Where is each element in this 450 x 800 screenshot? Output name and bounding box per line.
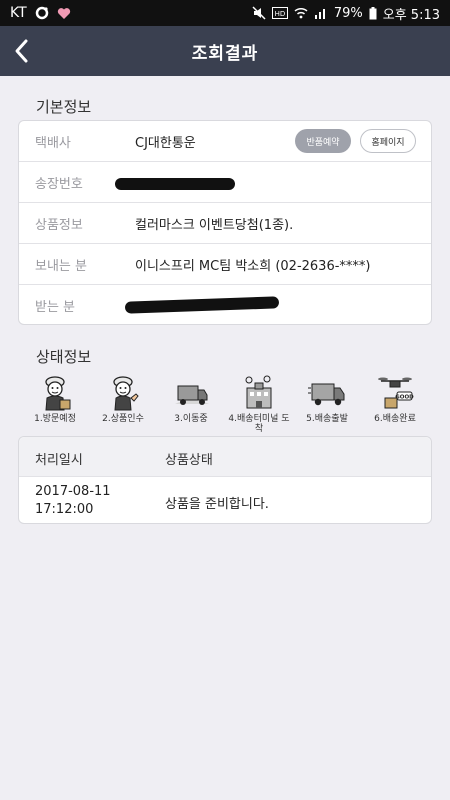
info-row-courier: 택배사 CJ대한통운 반품예약 홈페이지 — [19, 121, 431, 162]
sender-value: 이니스프리 MC팀 박소희 (02-2636-****) — [135, 258, 371, 274]
table-row: 2017-08-11 17:12:00 상품을 준비합니다. — [19, 477, 431, 525]
ring-notification-icon — [35, 6, 49, 20]
step-delivery-departure: 5.배송출발 — [294, 374, 360, 434]
processed-at-cell: 2017-08-11 17:12:00 — [35, 483, 111, 519]
courier-thumbs-up-icon — [113, 376, 139, 411]
redacted-recipient — [124, 296, 280, 314]
drone-good-icon: GOOD — [378, 377, 414, 409]
delivery-steps: 1.방문예정 2.상품인수 3.이동중 4.배송터미널 도착 5.배송출발 GO… — [22, 374, 428, 434]
courier-value: CJ대한통운 — [135, 135, 196, 151]
chevron-left-icon — [15, 39, 28, 63]
processed-date: 2017-08-11 — [35, 484, 111, 499]
terminal-building-icon — [245, 375, 272, 409]
step-visit-scheduled: 1.방문예정 — [22, 374, 88, 434]
page-title: 조회결과 — [191, 43, 259, 64]
invoice-label: 송장번호 — [35, 176, 83, 192]
homepage-button[interactable]: 홈페이지 — [360, 129, 416, 153]
process-table: 처리일시 상품상태 2017-08-11 17:12:00 상품을 준비합니다. — [18, 436, 432, 524]
carrier-label: KT — [10, 5, 27, 21]
step-caption: 3.이동중 — [174, 414, 208, 424]
reserve-return-button[interactable]: 반품예약 — [295, 129, 351, 153]
moving-truck-icon — [175, 385, 209, 405]
info-row-recipient: 받는 분 — [19, 285, 431, 326]
product-value: 컬러마스크 이벤트당첨(1종). — [135, 217, 294, 233]
status-info-title: 상태정보 — [36, 348, 92, 366]
svg-text:GOOD: GOOD — [395, 395, 414, 401]
courier-label: 택배사 — [35, 135, 71, 151]
sender-label: 보내는 분 — [35, 258, 87, 274]
mute-icon — [252, 6, 266, 20]
status-bar: KT HD 79% 오후 5:13 — [0, 0, 450, 26]
step-delivery-complete: GOOD 6.배송완료 — [362, 374, 428, 434]
app-header: 조회결과 — [0, 26, 450, 76]
redacted-invoice-number — [115, 178, 235, 190]
step-caption: 5.배송출발 — [306, 414, 348, 424]
info-row-sender: 보내는 분 이니스프리 MC팀 박소희 (02-2636-****) — [19, 244, 431, 285]
signal-icon — [314, 7, 328, 19]
product-status-cell: 상품을 준비합니다. — [165, 497, 269, 512]
step-caption: 6.배송완료 — [374, 414, 416, 424]
recipient-label: 받는 분 — [35, 300, 76, 315]
back-button[interactable] — [10, 38, 36, 64]
basic-info-card: 택배사 CJ대한통운 반품예약 홈페이지 송장번호 상품정보 컬러마스크 이벤트… — [18, 120, 432, 325]
header-processed-at: 처리일시 — [35, 453, 83, 468]
clock: 오후 5:13 — [382, 7, 440, 23]
step-pickup: 2.상품인수 — [90, 374, 156, 434]
product-label: 상품정보 — [35, 217, 83, 233]
info-row-invoice: 송장번호 — [19, 162, 431, 203]
courier-worker-icon — [45, 376, 71, 411]
header-product-status: 상품상태 — [165, 453, 213, 468]
step-terminal-arrival: 4.배송터미널 도착 — [226, 374, 292, 434]
step-caption: 1.방문예정 — [34, 414, 76, 424]
basic-info-title: 기본정보 — [36, 98, 92, 116]
processed-time: 17:12:00 — [35, 502, 94, 517]
process-table-header: 처리일시 상품상태 — [19, 437, 431, 477]
svg-text:HD: HD — [275, 10, 286, 18]
wifi-icon — [294, 7, 308, 19]
heart-icon — [57, 7, 71, 20]
battery-icon — [369, 6, 377, 20]
info-row-product: 상품정보 컬러마스크 이벤트당첨(1종). — [19, 203, 431, 244]
step-caption: 4.배송터미널 도착 — [228, 414, 290, 434]
delivery-truck-icon — [308, 383, 345, 406]
battery-percent: 79% — [333, 5, 363, 21]
hd-icon: HD — [271, 7, 288, 19]
step-in-transit: 3.이동중 — [158, 374, 224, 434]
step-caption: 2.상품인수 — [102, 414, 144, 424]
